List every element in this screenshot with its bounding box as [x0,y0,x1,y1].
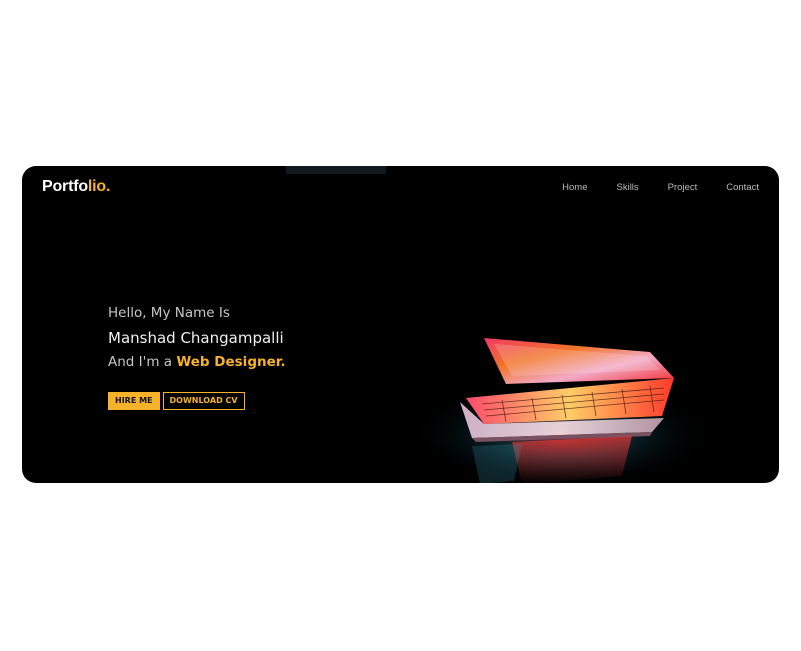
download-cv-button[interactable]: DOWNLOAD CV [162,392,245,410]
hero-text: Hello, My Name Is Manshad Changampalli A… [108,305,286,370]
hero-role: Web Designer. [176,354,286,370]
hero-role-prefix: And I'm a [108,354,177,370]
hero-greeting: Hello, My Name Is [108,305,230,321]
brand-logo-part1: Portfo [42,178,88,195]
top-nav: Home Skills Project Contact [562,182,759,193]
hire-me-button[interactable]: HIRE ME [108,392,160,410]
brand-logo-part2: lio. [87,178,111,195]
top-edge-strip [286,166,386,174]
hero-role-line: And I'm a Web Designer. [108,354,286,370]
hero-name: Manshad Changampalli [108,329,284,347]
nav-skills[interactable]: Skills [617,182,639,193]
nav-project[interactable]: Project [668,182,698,193]
laptop-image [412,338,702,483]
hero-buttons: HIRE ME DOWNLOAD CV [108,392,245,410]
brand-logo[interactable]: Portfolio. [42,178,110,196]
nav-home[interactable]: Home [562,182,587,193]
page: Portfolio. Home Skills Project Contact H… [0,0,801,651]
nav-contact[interactable]: Contact [726,182,759,193]
portfolio-hero-card: Portfolio. Home Skills Project Contact H… [22,166,779,483]
